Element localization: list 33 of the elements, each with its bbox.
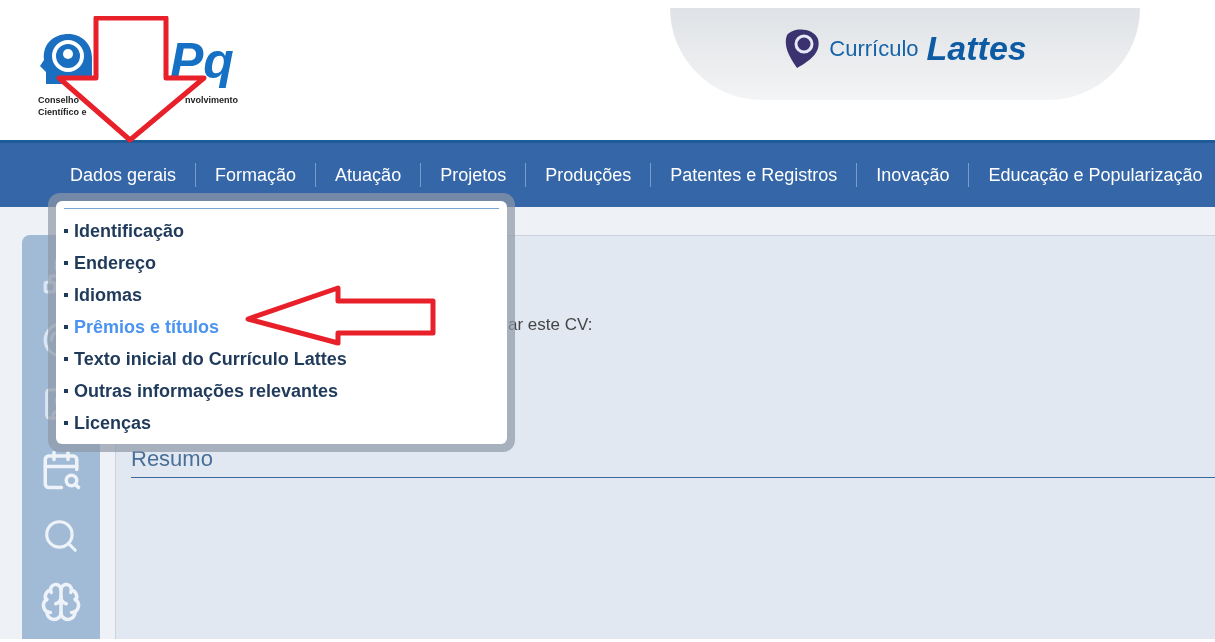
cv-citation-text: ar este CV: — [508, 314, 594, 336]
bullet-icon — [64, 325, 68, 329]
search-icon[interactable] — [42, 517, 80, 555]
logo-text: Pq — [170, 36, 234, 86]
bullet-icon — [64, 229, 68, 233]
menu-item[interactable]: Prêmios e títulos — [74, 313, 220, 341]
brain-icon[interactable] — [40, 581, 82, 623]
nav-link[interactable]: Produções — [545, 161, 632, 189]
bullet-icon — [64, 421, 68, 425]
nav-link[interactable]: Atuação — [335, 161, 402, 189]
nav-link[interactable]: Patentes e Registros — [670, 161, 838, 189]
logo-caption: nvolvimento — [185, 94, 239, 106]
menu-item[interactable]: Licenças — [74, 409, 152, 437]
logo-caption: Conselho — [38, 94, 79, 106]
nav-link[interactable]: Projetos — [440, 161, 507, 189]
bullet-icon — [64, 357, 68, 361]
menu-item[interactable]: Identificação — [74, 217, 185, 245]
bullet-icon — [64, 389, 68, 393]
product-name: Lattes — [926, 27, 1027, 69]
menu-item[interactable]: Outras informações relevantes — [74, 377, 339, 405]
logo-caption: Científico e — [38, 106, 87, 118]
nav-link[interactable]: Educação e Popularização — [988, 161, 1203, 189]
menu-item[interactable]: Idiomas — [74, 281, 143, 309]
nav-link[interactable]: Inovação — [876, 161, 950, 189]
nav-link[interactable]: Formação — [215, 161, 297, 189]
product-prefix: Currículo — [829, 34, 919, 63]
menu-item[interactable]: Endereço — [74, 249, 157, 277]
product-logo-icon — [783, 27, 822, 69]
calendar-search-icon[interactable] — [40, 449, 82, 491]
bullet-icon — [64, 261, 68, 265]
bullet-icon — [64, 293, 68, 297]
nav-link[interactable]: Dados gerais — [70, 161, 177, 189]
menu-item[interactable]: Texto inicial do Currículo Lattes — [74, 345, 347, 373]
